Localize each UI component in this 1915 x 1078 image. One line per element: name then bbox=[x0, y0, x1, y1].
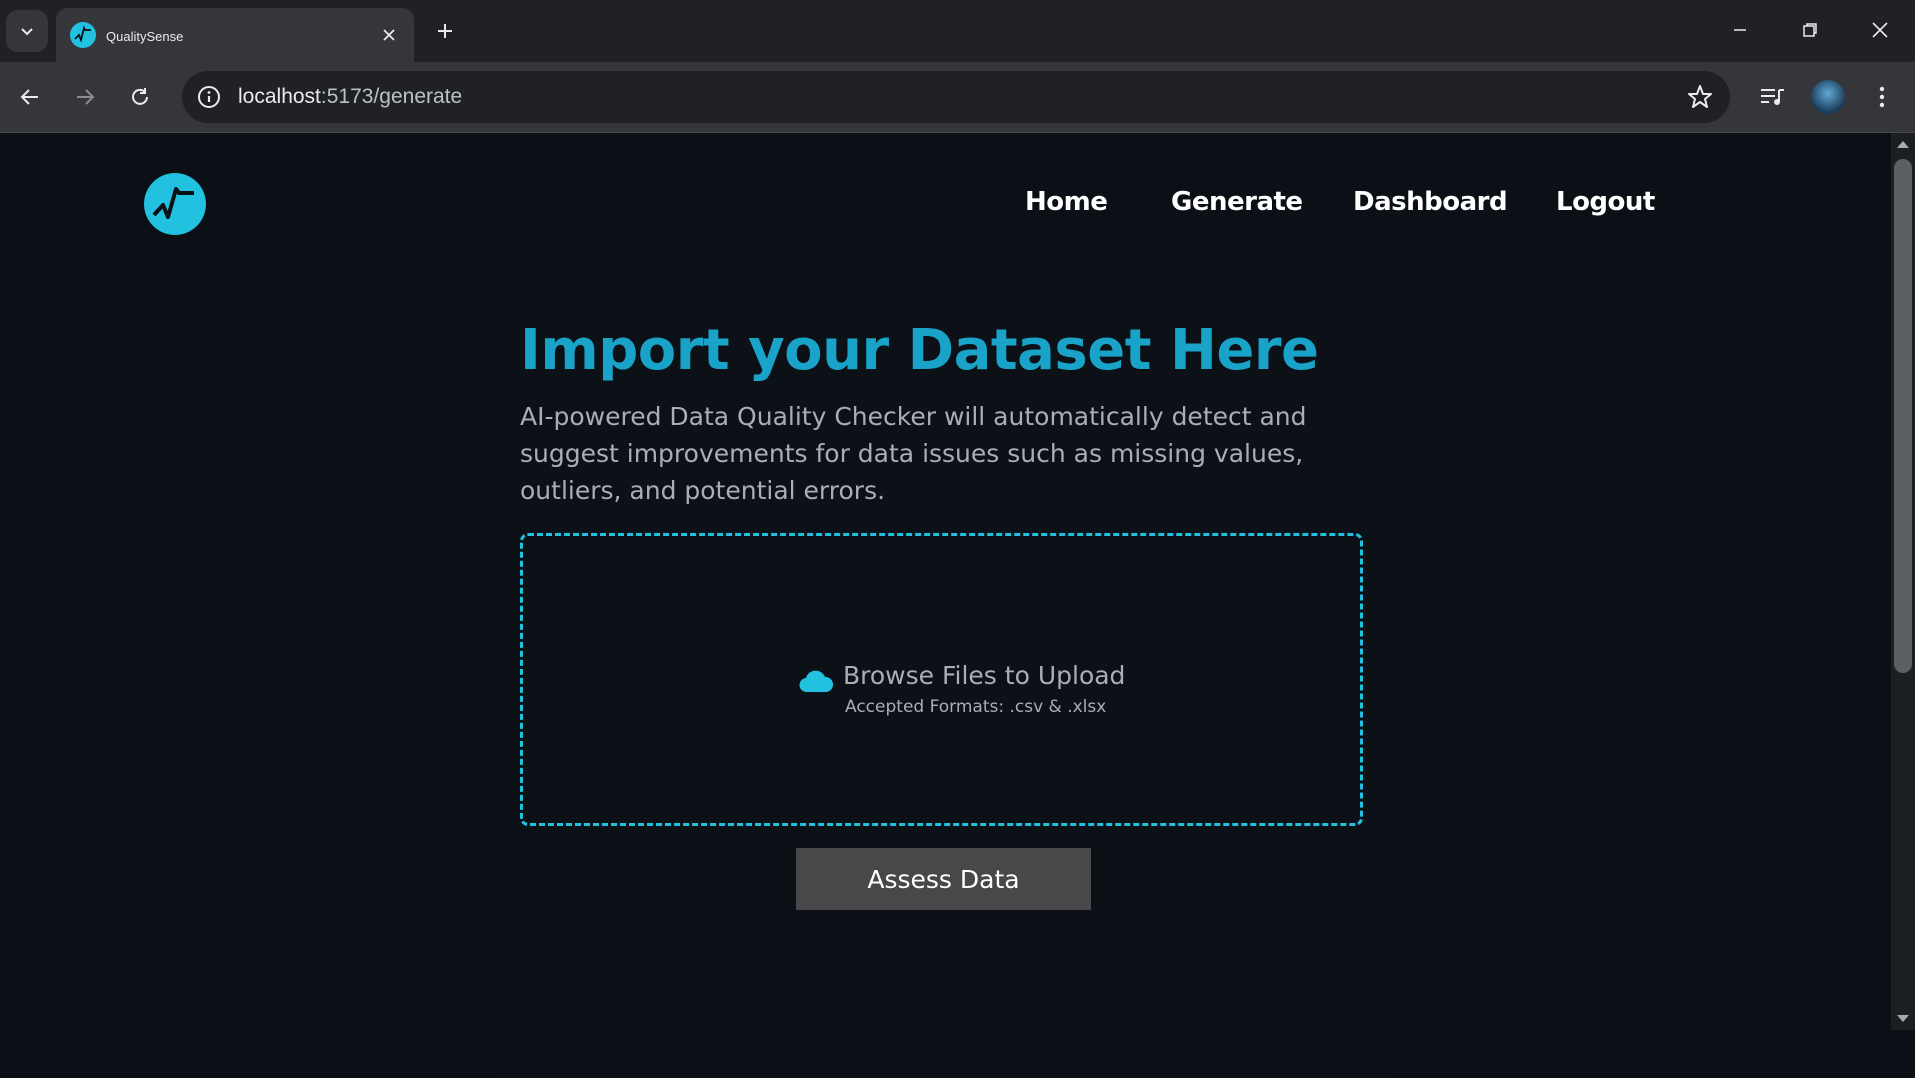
browser-tab-strip: QualitySense bbox=[0, 0, 1915, 62]
new-tab-icon[interactable] bbox=[430, 16, 460, 46]
accepted-formats-label: Accepted Formats: .csv & .xlsx bbox=[845, 697, 1107, 717]
forward-icon[interactable] bbox=[67, 79, 103, 115]
tab-title: QualitySense bbox=[106, 29, 184, 44]
tab-search-button[interactable] bbox=[6, 10, 48, 52]
scroll-up-icon[interactable] bbox=[1897, 141, 1909, 148]
browser-tab[interactable]: QualitySense bbox=[56, 8, 414, 62]
cloud-upload-icon bbox=[799, 670, 834, 693]
assess-data-button[interactable]: Assess Data bbox=[796, 848, 1091, 910]
page-title: Import your Dataset Here bbox=[520, 318, 1319, 383]
profile-avatar[interactable] bbox=[1811, 80, 1845, 114]
nav-home[interactable]: Home bbox=[1025, 187, 1108, 217]
qualitysense-logo-icon[interactable] bbox=[144, 173, 206, 235]
qualitysense-favicon-icon bbox=[70, 22, 96, 48]
close-tab-icon[interactable] bbox=[376, 22, 402, 48]
scrollbar-thumb[interactable] bbox=[1894, 159, 1912, 673]
file-dropzone[interactable]: Browse Files to Upload Accepted Formats:… bbox=[520, 533, 1363, 826]
close-window-icon[interactable] bbox=[1850, 10, 1910, 50]
back-icon[interactable] bbox=[12, 79, 48, 115]
nav-logout[interactable]: Logout bbox=[1556, 187, 1655, 217]
page-scrollbar[interactable] bbox=[1891, 133, 1915, 1030]
browser-menu-icon[interactable] bbox=[1864, 79, 1900, 115]
url-host: localhost bbox=[238, 85, 321, 108]
page-description: AI-powered Data Quality Checker will aut… bbox=[520, 402, 1307, 505]
browse-files-label[interactable]: Browse Files to Upload bbox=[843, 661, 1125, 690]
nav-dashboard[interactable]: Dashboard bbox=[1353, 187, 1508, 217]
url-path: :5173/generate bbox=[320, 85, 463, 108]
chevron-down-icon bbox=[21, 28, 33, 36]
site-info-icon[interactable] bbox=[196, 84, 222, 110]
scroll-down-icon[interactable] bbox=[1897, 1015, 1909, 1022]
address-bar[interactable]: localhost:5173/generate bbox=[182, 71, 1730, 123]
url-text: localhost:5173/generate bbox=[238, 85, 462, 109]
reload-icon[interactable] bbox=[122, 79, 158, 115]
nav-generate[interactable]: Generate bbox=[1171, 187, 1303, 217]
browser-toolbar: localhost:5173/generate bbox=[0, 62, 1915, 133]
restore-icon[interactable] bbox=[1780, 10, 1840, 50]
page-viewport: Home Generate Dashboard Logout Import yo… bbox=[0, 133, 1891, 1078]
media-controls-icon[interactable] bbox=[1754, 79, 1790, 115]
minimize-icon[interactable] bbox=[1710, 10, 1770, 50]
bookmark-star-icon[interactable] bbox=[1686, 83, 1714, 111]
